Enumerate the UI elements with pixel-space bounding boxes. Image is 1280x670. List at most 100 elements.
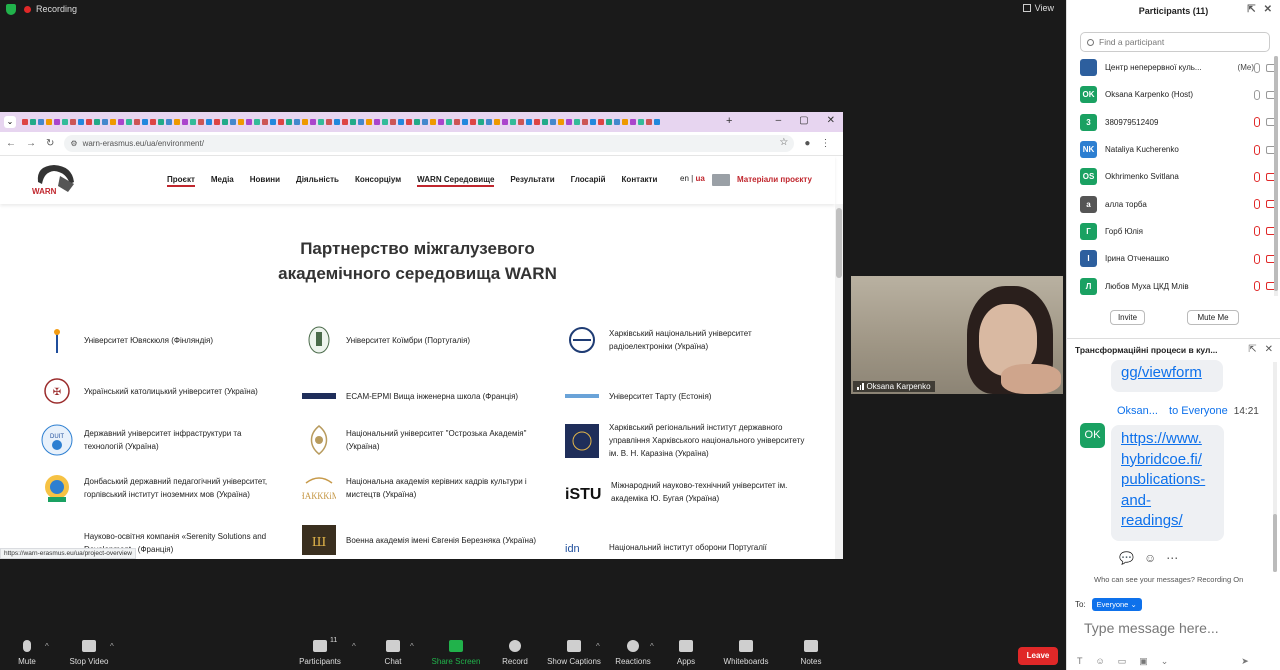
partner-item[interactable]: DUIT Державний університет інфраструктур… [40, 424, 270, 456]
tab-favicon-icon[interactable] [582, 119, 588, 125]
reactions-button[interactable]: Reactions [613, 640, 653, 666]
chat-link[interactable]: https://www. hybridcoe.fi/ publications-… [1121, 429, 1205, 532]
chat-visibility-notice[interactable]: Who can see your messages? Recording On [1094, 575, 1243, 584]
partner-item[interactable]: Університет Ювяскюля (Фінляндія) [40, 326, 270, 354]
menu-item-warn-environment[interactable]: WARN Середовище [417, 175, 495, 187]
tab-favicon-icon[interactable] [254, 119, 260, 125]
menu-item-news[interactable]: Новини [250, 175, 280, 187]
mute-me-button[interactable]: Mute Me [1187, 310, 1239, 325]
forward-arrow-icon[interactable]: → [26, 138, 36, 149]
invite-button[interactable]: Invite [1110, 310, 1145, 325]
tab-favicon-icon[interactable] [246, 119, 252, 125]
send-icon[interactable]: ➤ [1241, 656, 1249, 667]
menu-item-contacts[interactable]: Контакти [622, 175, 658, 187]
participant-row[interactable]: NK Nataliya Kucherenko [1080, 136, 1276, 163]
tab-favicon-icon[interactable] [54, 119, 60, 125]
reactions-chevron-icon[interactable]: ^ [650, 642, 654, 651]
mute-button[interactable]: Mute [14, 640, 40, 666]
screenshot-icon[interactable]: ▣ [1139, 656, 1148, 667]
chat-close-icon[interactable]: ✕ [1265, 344, 1273, 355]
captions-chevron-icon[interactable]: ^ [596, 642, 600, 651]
tab-favicon-icon[interactable] [446, 119, 452, 125]
show-captions-button[interactable]: Show Captions [545, 640, 603, 666]
chat-message-input[interactable]: Type message here... [1084, 620, 1219, 636]
popout-icon[interactable]: ⇱ [1247, 4, 1255, 15]
tab-favicon-icon[interactable] [342, 119, 348, 125]
security-shield-icon[interactable] [6, 3, 16, 15]
tab-favicon-icon[interactable] [334, 119, 340, 125]
tab-favicon-icon[interactable] [230, 119, 236, 125]
menu-item-media[interactable]: Медіа [211, 175, 234, 187]
tab-favicon-icon[interactable] [38, 119, 44, 125]
tab-favicon-icon[interactable] [558, 119, 564, 125]
video-options-chevron-icon[interactable]: ^ [110, 642, 114, 651]
tab-favicon-icon[interactable] [486, 119, 492, 125]
bookmark-star-icon[interactable]: ☆ [779, 137, 788, 148]
tab-favicon-icon[interactable] [526, 119, 532, 125]
tab-favicon-icon[interactable] [302, 119, 308, 125]
participant-row[interactable]: 3 380979512409 [1080, 109, 1276, 136]
menu-item-results[interactable]: Результати [510, 175, 554, 187]
tab-favicon-icon[interactable] [190, 119, 196, 125]
chat-chevron-icon[interactable]: ^ [410, 642, 414, 651]
participant-row[interactable]: OK Oksana Karpenko (Host) [1080, 81, 1276, 108]
tab-favicon-icon[interactable] [102, 119, 108, 125]
tab-favicon-icon[interactable] [262, 119, 268, 125]
tab-favicon-icon[interactable] [462, 119, 468, 125]
partner-item[interactable]: idn Національний інститут оборони Португ… [565, 533, 815, 559]
tab-favicon-icon[interactable] [350, 119, 356, 125]
share-screen-button[interactable]: Share Screen [430, 640, 482, 666]
partner-item[interactable]: Національний університет "Острозька Акад… [302, 425, 542, 455]
tab-favicon-icon[interactable] [78, 119, 84, 125]
add-reaction-icon[interactable]: ☺ [1144, 551, 1156, 565]
tab-favicon-icon[interactable] [278, 119, 284, 125]
participant-video-tile[interactable]: Oksana Karpenko [851, 276, 1063, 394]
apps-button[interactable]: Apps [674, 640, 698, 666]
tab-favicon-icon[interactable] [598, 119, 604, 125]
chat-button[interactable]: Chat [381, 640, 405, 666]
partner-item[interactable]: ✠ Український католицький університет (У… [40, 377, 270, 405]
tab-favicon-icon[interactable] [62, 119, 68, 125]
record-button[interactable]: Record [500, 640, 530, 666]
tab-favicon-icon[interactable] [158, 119, 164, 125]
maximize-button[interactable]: ▢ [799, 115, 808, 126]
tab-favicon-icon[interactable] [94, 119, 100, 125]
tab-favicon-icon[interactable] [430, 119, 436, 125]
more-options-icon[interactable]: ⌄ [1161, 656, 1169, 667]
emoji-icon[interactable]: ☺ [1096, 656, 1105, 667]
participant-row[interactable]: OS Okhrimenko Svitlana [1080, 163, 1276, 190]
page-scrollbar[interactable] [835, 204, 843, 559]
tab-favicon-icon[interactable] [518, 119, 524, 125]
notes-button[interactable]: Notes [798, 640, 824, 666]
tab-favicon-icon[interactable] [206, 119, 212, 125]
tab-favicon-icon[interactable] [630, 119, 636, 125]
partner-item[interactable]: ECAM-EPMI Вища інженерна школа (Франція) [302, 382, 542, 410]
chat-scrollbar[interactable] [1273, 362, 1277, 572]
browser-menu-icon[interactable]: ⋮ [820, 138, 830, 149]
tab-favicon-icon[interactable] [134, 119, 140, 125]
tab-favicon-icon[interactable] [286, 119, 292, 125]
recipient-dropdown[interactable]: Everyone ⌄ [1091, 598, 1142, 611]
tab-favicon-icon[interactable] [654, 119, 660, 125]
lang-en[interactable]: en [680, 174, 689, 183]
tab-favicon-icon[interactable] [454, 119, 460, 125]
page-scrollbar-thumb[interactable] [836, 208, 842, 278]
tab-favicon-icon[interactable] [222, 119, 228, 125]
tab-favicon-icon[interactable] [70, 119, 76, 125]
tab-favicon-icon[interactable] [358, 119, 364, 125]
address-bar[interactable]: ⚙ warn-erasmus.eu/ua/environment/ ☆ [64, 135, 795, 152]
minimize-button[interactable]: – [776, 115, 782, 126]
lang-ua[interactable]: ua [695, 174, 704, 183]
tab-favicon-icon[interactable] [366, 119, 372, 125]
menu-item-consortium[interactable]: Консорціум [355, 175, 401, 187]
participants-chevron-icon[interactable]: ^ [352, 642, 356, 651]
close-window-button[interactable]: ✕ [827, 115, 835, 126]
tab-favicon-icon[interactable] [110, 119, 116, 125]
participant-row[interactable]: а алла торба [1080, 190, 1276, 217]
tab-favicon-icon[interactable] [470, 119, 476, 125]
tab-favicon-icon[interactable] [566, 119, 572, 125]
tab-favicon-icon[interactable] [478, 119, 484, 125]
tab-favicon-icon[interactable] [86, 119, 92, 125]
tab-favicon-icon[interactable] [406, 119, 412, 125]
profile-icon[interactable]: ● [804, 138, 810, 149]
